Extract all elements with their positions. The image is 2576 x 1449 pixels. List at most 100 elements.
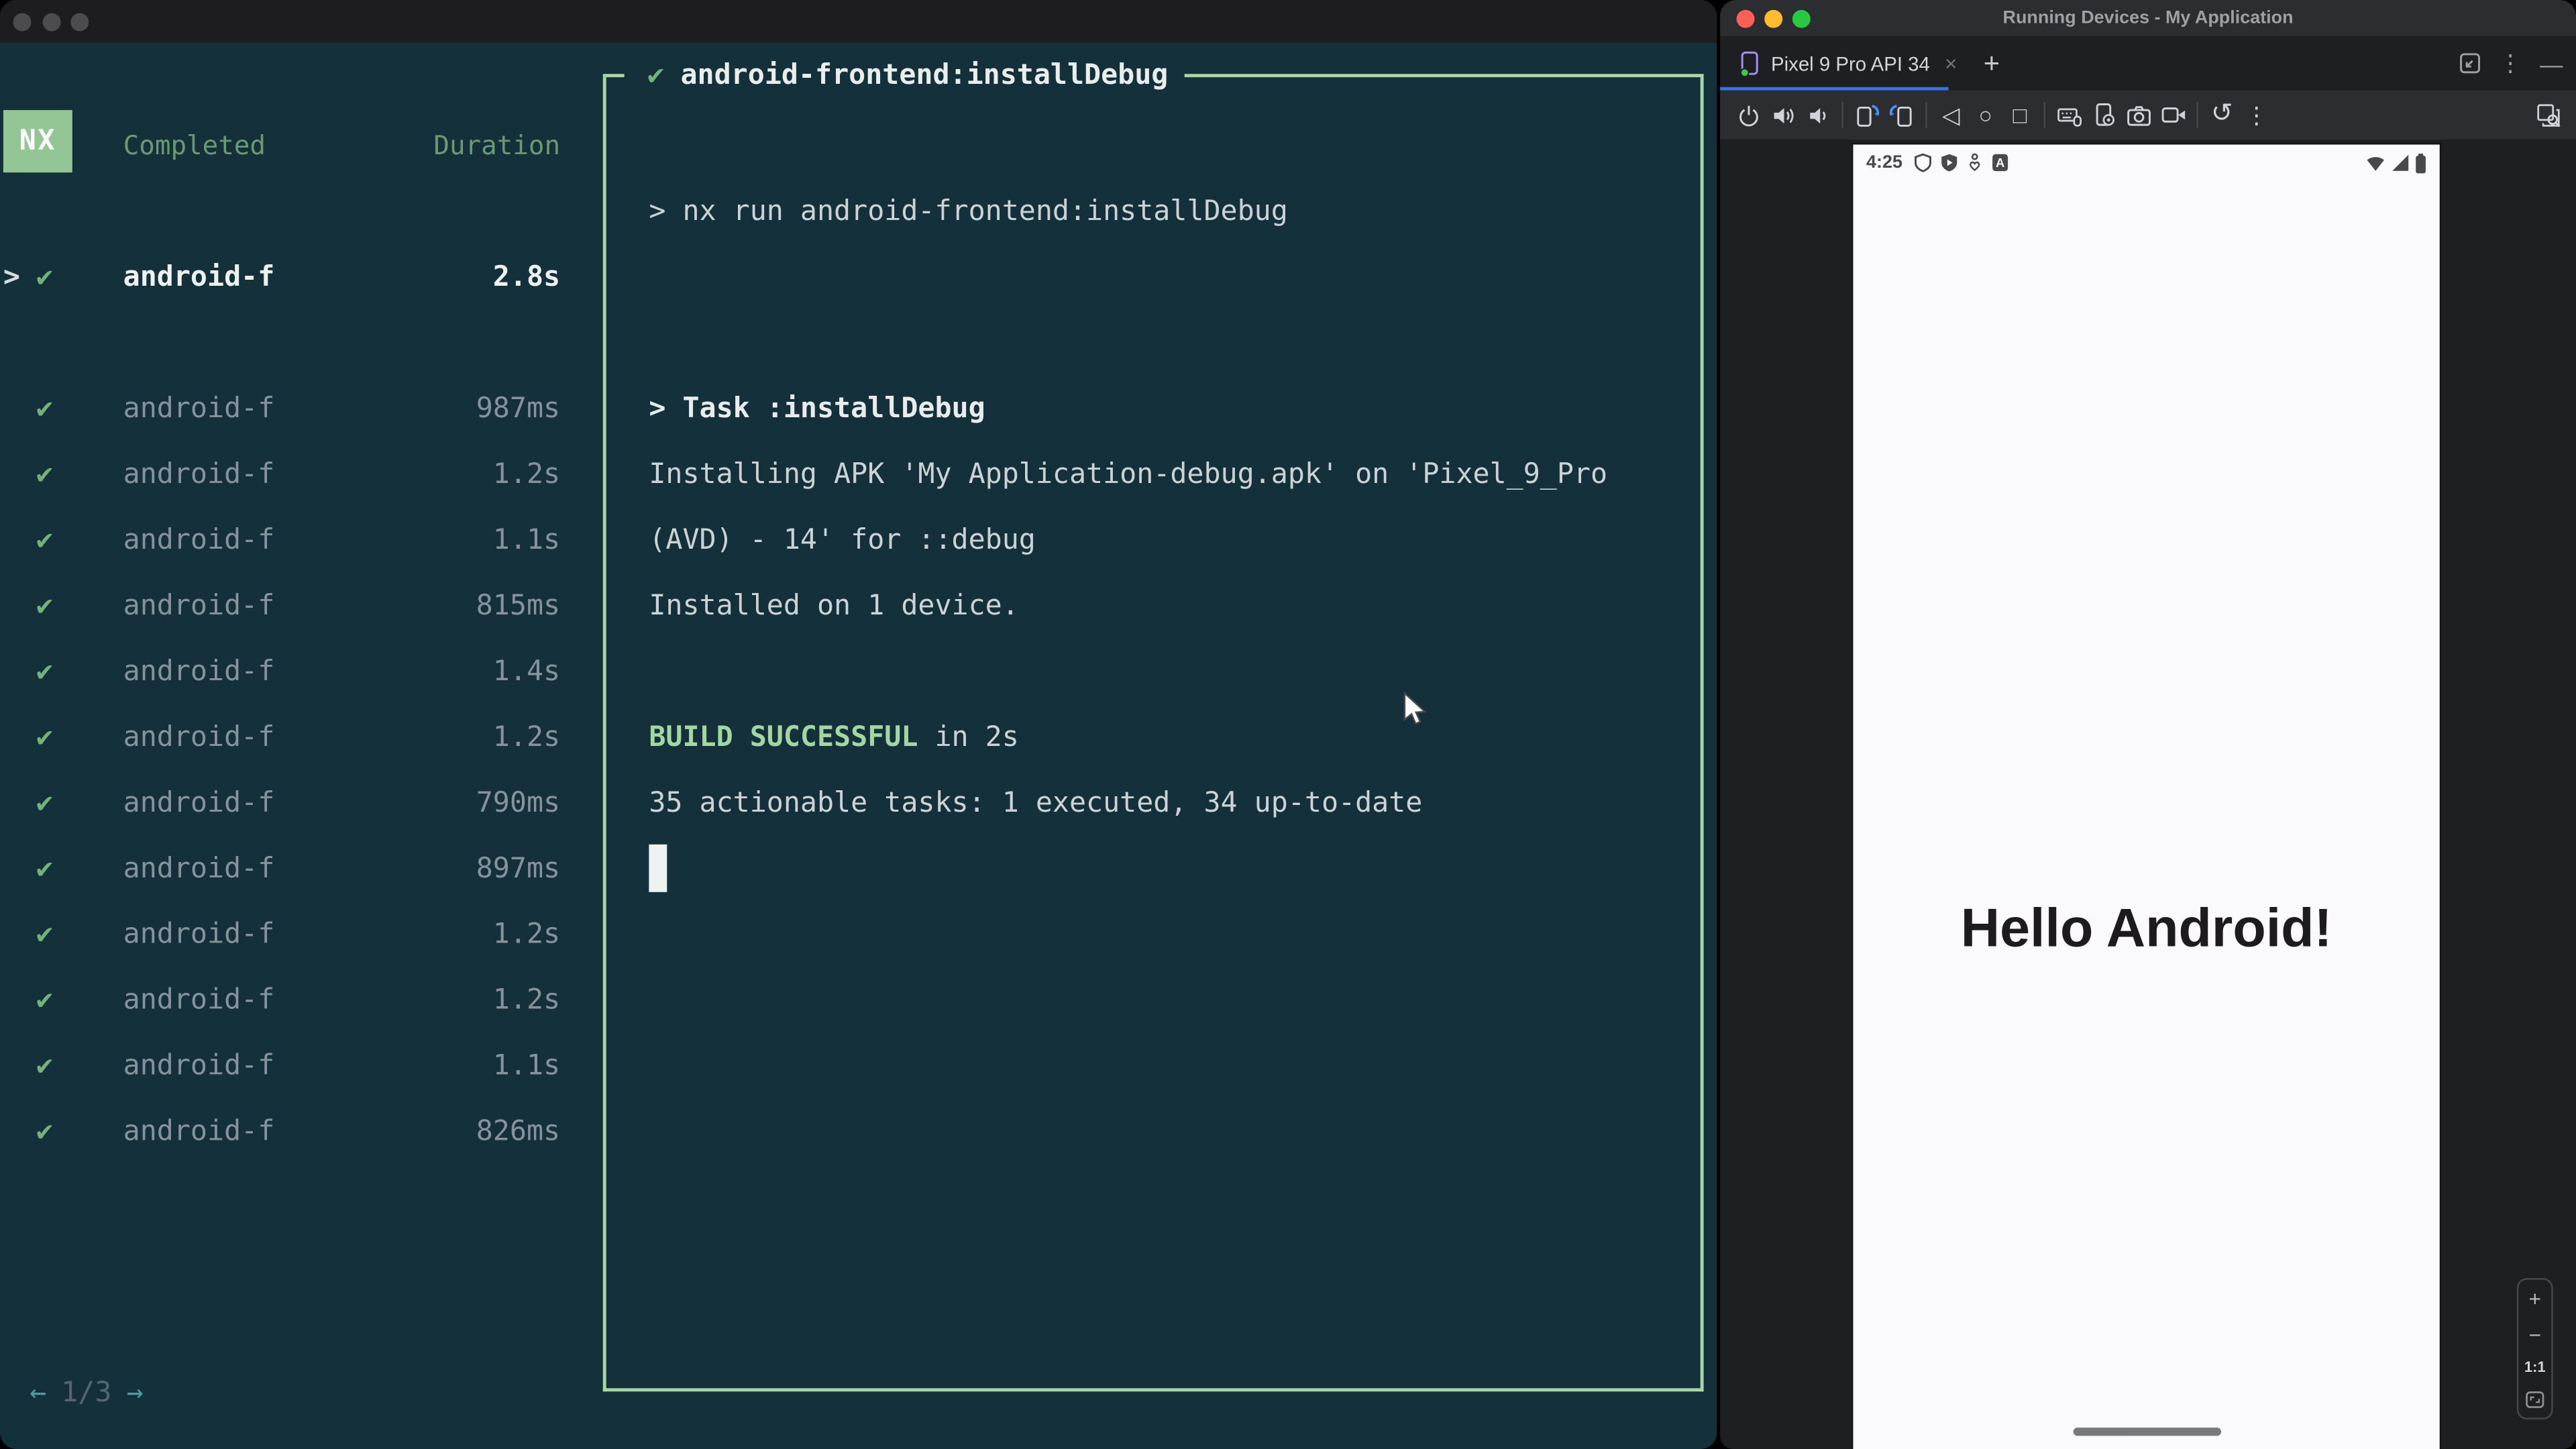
volume-up-icon[interactable] — [1766, 95, 1801, 135]
desktop: NX Completed Duration > ✔ android-f 2.8s… — [0, 0, 2576, 1449]
actual-size-button[interactable]: 1:1 — [2524, 1359, 2546, 1375]
fit-to-window-icon[interactable] — [2525, 1390, 2544, 1409]
task-row[interactable]: ✔ android-f 1.1s — [0, 508, 592, 574]
mouse-cursor — [1403, 692, 1427, 725]
float-window-icon[interactable] — [2459, 52, 2481, 74]
screenshot-camera-icon[interactable] — [2121, 95, 2155, 135]
task-duration: 987ms — [476, 392, 561, 426]
reset-device-icon[interactable]: ↺ — [2205, 95, 2239, 135]
toolbar-separator — [1841, 101, 1843, 129]
task-duration: 826ms — [476, 1115, 561, 1148]
close-traffic-light[interactable] — [1736, 9, 1755, 28]
task-output-title: ✔ android-frontend:installDebug — [647, 56, 1704, 95]
task-row[interactable]: ✔ android-f 1.1s — [0, 1033, 592, 1099]
power-button-icon[interactable] — [1731, 95, 1766, 135]
task-name: android-f — [123, 458, 275, 492]
command-line: > nx run android-frontend:installDebug — [649, 195, 1288, 229]
hide-panel-icon[interactable]: — — [2540, 50, 2563, 76]
task-row[interactable]: ✔ android-f 1.2s — [0, 705, 592, 771]
task-name: android-f — [123, 655, 275, 689]
check-icon: ✔ — [36, 1115, 53, 1148]
completed-column-header: Completed — [123, 129, 266, 162]
task-row[interactable]: ✔ android-f 826ms — [0, 1099, 592, 1165]
rotate-left-icon[interactable] — [1850, 95, 1884, 135]
back-button-icon[interactable]: ◁ — [1933, 95, 1968, 135]
task-duration: 815ms — [476, 590, 561, 623]
task-row[interactable]: ✔ android-f 1.2s — [0, 902, 592, 967]
tab-close-icon[interactable]: × — [1945, 51, 1957, 76]
check-icon: ✔ — [36, 918, 53, 951]
running-devices-window: Running Devices - My Application Pixel 9… — [1720, 0, 2576, 1449]
toolbar-more-icon[interactable]: ⋮ — [2239, 95, 2273, 135]
task-name: android-f — [123, 524, 275, 557]
screen-zoom-settings-icon[interactable] — [2528, 95, 2568, 135]
zoom-out-button[interactable]: − — [2528, 1324, 2541, 1345]
emulator-screen[interactable]: 4:25 A Hello Android! — [1853, 144, 2440, 1449]
task-row[interactable]: ✔ android-f 897ms — [0, 837, 592, 902]
check-icon: ✔ — [36, 787, 53, 820]
task-row[interactable]: ✔ android-f 815ms — [0, 574, 592, 639]
device-toolbar: ◁ ○ □ ↺ ⋮ — [1720, 90, 2576, 140]
volume-down-icon[interactable] — [1801, 95, 1835, 135]
selected-task-row[interactable]: > ✔ android-f 2.8s — [0, 245, 592, 311]
task-row[interactable]: ✔ android-f 1.2s — [0, 967, 592, 1033]
gesture-navigation-pill[interactable] — [2072, 1428, 2220, 1436]
task-name: android-f — [123, 392, 275, 426]
task-duration: 1.2s — [492, 721, 561, 755]
terminal-output: > nx run android-frontend:installDebug >… — [649, 179, 1684, 910]
status-time: 4:25 — [1866, 152, 1902, 173]
wifi-icon — [2367, 157, 2384, 171]
rotate-right-icon[interactable] — [1884, 95, 1919, 135]
phone-device-icon — [1739, 50, 1758, 76]
device-tab-bar: Pixel 9 Pro API 34 × + ⋮ — — [1720, 36, 2576, 91]
task-duration: 790ms — [476, 787, 561, 820]
task-row[interactable]: ✔ android-f 987ms — [0, 376, 592, 442]
title-rule — [1184, 74, 1704, 78]
task-output-box: ✔ android-frontend:installDebug > nx run… — [602, 59, 1704, 1392]
tab-options-icon[interactable]: ⋮ — [2499, 49, 2522, 77]
task-row[interactable]: ✔ android-f 790ms — [0, 771, 592, 837]
task-name: android-f — [123, 261, 275, 294]
zoom-in-button[interactable]: + — [2528, 1288, 2541, 1309]
keyboard-input-icon[interactable] — [2052, 95, 2086, 135]
hello-android-text: Hello Android! — [1960, 897, 2332, 958]
chevron-icon: > — [3, 261, 21, 294]
task-row[interactable]: ✔ android-f 1.2s — [0, 442, 592, 508]
device-settings-icon[interactable] — [2086, 95, 2121, 135]
check-icon: ✔ — [36, 524, 53, 557]
check-icon: ✔ — [36, 458, 53, 492]
task-name: android-f — [123, 590, 275, 623]
terminal-titlebar[interactable] — [0, 0, 1717, 43]
pagination: ← 1/3 → — [30, 1373, 144, 1413]
next-page-arrow-icon[interactable]: → — [126, 1377, 143, 1409]
zoom-traffic-light[interactable] — [1792, 9, 1811, 28]
tab-pixel-9-pro[interactable]: Pixel 9 Pro API 34 × — [1720, 36, 1974, 91]
task-duration: 1.2s — [492, 458, 561, 492]
task-list-header: Completed Duration — [0, 113, 592, 179]
task-name: android-f — [123, 853, 275, 886]
overview-button-icon[interactable]: □ — [2002, 95, 2037, 135]
task-duration: 2.8s — [492, 261, 561, 294]
page-indicator: 1/3 — [61, 1377, 112, 1410]
minimize-traffic-light[interactable] — [1764, 9, 1783, 28]
task-output-title-text: android-frontend:installDebug — [680, 59, 1169, 93]
task-name: android-f — [123, 787, 275, 820]
vpn-shield-icon — [1915, 153, 1932, 172]
prev-page-arrow-icon[interactable]: ← — [30, 1377, 46, 1409]
minimize-traffic-light[interactable] — [42, 13, 61, 32]
new-tab-button[interactable]: + — [1984, 47, 2000, 80]
task-duration: 1.2s — [492, 983, 561, 1017]
home-button-icon[interactable]: ○ — [1968, 95, 2002, 135]
task-name: android-f — [123, 918, 275, 951]
toolbar-separator — [2043, 101, 2045, 129]
build-successful-text: BUILD SUCCESSFUL — [649, 721, 918, 755]
task-name: android-f — [123, 983, 275, 1017]
close-traffic-light[interactable] — [13, 13, 32, 32]
check-icon: ✔ — [36, 590, 53, 623]
check-icon: ✔ — [36, 261, 53, 294]
check-icon: ✔ — [36, 721, 53, 755]
task-row[interactable]: ✔ android-f 1.4s — [0, 639, 592, 705]
screen-record-icon[interactable] — [2155, 95, 2190, 135]
running-devices-titlebar[interactable]: Running Devices - My Application — [1720, 0, 2576, 36]
zoom-traffic-light[interactable] — [70, 13, 89, 32]
